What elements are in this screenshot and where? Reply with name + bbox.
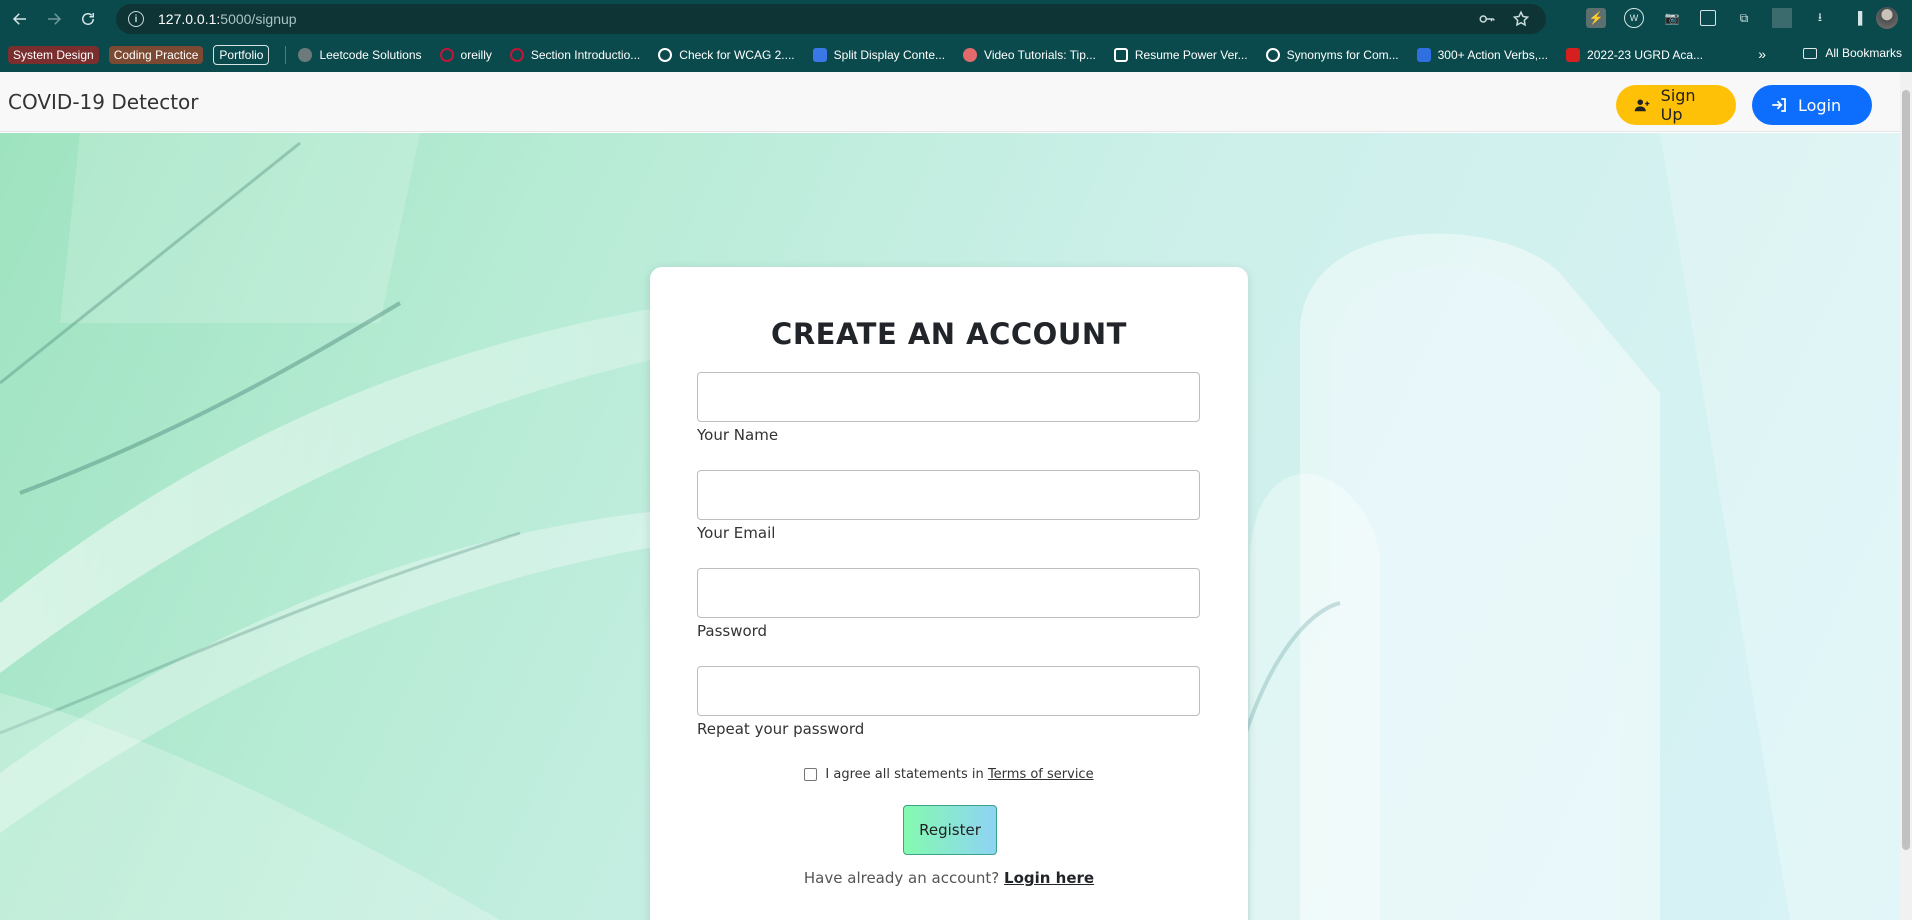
folder-icon [1803,47,1818,59]
bookmark-favicon-icon [1416,48,1431,62]
bookmark-divider [285,46,287,64]
address-url[interactable]: 127.0.0.1:5000/signup [158,11,297,27]
user-plus-icon [1634,99,1650,112]
profile-avatar[interactable] [1876,7,1898,29]
bookmark-favicon-icon [298,48,313,62]
password-label: Password [697,622,768,640]
all-bookmarks-label: All Bookmarks [1825,46,1902,60]
password-input[interactable] [697,568,1200,618]
reload-icon[interactable] [74,5,102,33]
bookmarks-bar: System Design Coding Practice Portfolio … [0,38,1912,72]
name-input[interactable] [697,372,1200,422]
side-panel-icon[interactable]: ▐ [1848,8,1868,28]
bookmark-label: oreilly [460,48,492,62]
bookmark-item[interactable]: 2022-23 UGRD Aca... [1566,48,1703,62]
forward-icon[interactable] [40,5,68,33]
repeat-password-input[interactable] [697,666,1200,716]
bookmark-favicon-icon [963,48,978,62]
bookmark-item[interactable]: Resume Power Ver... [1113,48,1248,62]
terms-of-service-link[interactable]: Terms of service [988,767,1094,782]
bookmark-item[interactable]: 300+ Action Verbs,... [1416,48,1549,62]
all-bookmarks-button[interactable]: All Bookmarks [1803,46,1902,60]
email-label: Your Email [697,524,776,542]
camera-icon[interactable]: 📷 [1662,8,1682,28]
terms-checkbox[interactable] [804,768,818,781]
site-info-icon[interactable]: i [128,11,144,27]
globe-icon [658,48,673,62]
signup-button[interactable]: Sign Up [1616,85,1736,125]
bookmark-label: Synonyms for Com... [1286,48,1399,62]
page-scrollbar[interactable] [1900,72,1912,920]
login-here-link[interactable]: Login here [1004,869,1094,887]
pdf-icon [1566,48,1581,62]
terms-row: I agree all statements in Terms of servi… [650,767,1248,782]
more-bookmarks-chevron-icon[interactable]: » [1758,46,1766,62]
login-button[interactable]: Login [1752,85,1872,125]
bookmark-folder-system-design[interactable]: System Design [8,46,99,64]
puzzle-extensions-icon[interactable]: ⧉ [1734,8,1754,28]
bookmark-label: Check for WCAG 2.... [679,48,795,62]
bookmark-favicon-icon [439,48,454,62]
bookmark-item[interactable]: Split Display Conte... [812,48,946,62]
extension-wv-icon[interactable]: W [1624,8,1644,28]
pen-icon [1113,48,1128,62]
register-button[interactable]: Register [903,805,997,855]
email-field-group: Your Email [697,470,1200,542]
site-navbar: COVID-19 Detector Sign Up Login [0,72,1900,132]
browser-toolbar: i 127.0.0.1:5000/signup ⚡ W 📷 ⧉ ⭳ ▐ [0,0,1912,38]
bookmark-item[interactable]: Check for WCAG 2.... [658,48,795,62]
bookmark-item[interactable]: Video Tutorials: Tip... [963,48,1096,62]
extension-lightning-icon[interactable]: ⚡ [1586,8,1606,28]
name-label: Your Name [697,426,779,444]
terms-text: I agree all statements in Terms of servi… [825,767,1093,782]
password-field-group: Password [697,568,1200,640]
bookmark-folder-coding-practice[interactable]: Coding Practice [108,46,204,64]
bookmark-item[interactable]: Leetcode Solutions [298,48,422,62]
form-title: CREATE AN ACCOUNT [771,317,1127,351]
login-label: Login [1798,95,1842,115]
back-icon[interactable] [6,5,34,33]
download-icon[interactable]: ⭳ [1810,8,1830,28]
bookmark-label: Resume Power Ver... [1134,48,1248,62]
extension-grid-icon[interactable] [1700,10,1716,26]
bookmark-folder-portfolio[interactable]: Portfolio [213,45,270,65]
bookmark-item[interactable]: Section Introductio... [509,48,641,62]
bookmark-label: 300+ Action Verbs,... [1437,48,1549,62]
repeat-password-label: Repeat your password [697,720,865,738]
signup-card: CREATE AN ACCOUNT Your Name Your Email P… [650,267,1248,920]
web-page: COVID-19 Detector Sign Up Login CREATE A… [0,72,1900,920]
bookmark-item[interactable]: Synonyms for Com... [1265,48,1399,62]
bookmark-label: Leetcode Solutions [319,48,422,62]
url-path: 5000/signup [220,11,297,27]
name-field-group: Your Name [697,372,1200,444]
address-bar[interactable]: i 127.0.0.1:5000/signup [116,4,1546,34]
globe-icon [1265,48,1280,62]
url-host: 127.0.0.1: [158,11,221,27]
bookmark-label: Video Tutorials: Tip... [984,48,1096,62]
bookmark-label: Split Display Conte... [833,48,946,62]
repeat-password-field-group: Repeat your password [697,666,1200,738]
bookmark-label: Section Introductio... [530,48,641,62]
signup-label: Sign Up [1660,86,1696,124]
toolbar-separator [1772,8,1792,28]
bookmark-item[interactable]: oreilly [439,48,492,62]
have-account-text: Have already an account? [803,869,1000,887]
bookmark-favicon-icon [509,48,524,62]
background-hero: CREATE AN ACCOUNT Your Name Your Email P… [0,133,1900,920]
terms-statement: I agree all statements in [825,767,984,782]
bookmark-label: 2022-23 UGRD Aca... [1587,48,1704,62]
docs-icon [812,48,827,62]
brand-title[interactable]: COVID-19 Detector [8,90,199,114]
sign-in-icon [1772,98,1786,112]
password-key-icon[interactable] [1478,10,1496,28]
bookmark-star-icon[interactable] [1512,10,1530,28]
login-prompt: Have already an account? Login here [650,869,1248,887]
email-input[interactable] [697,470,1200,520]
scrollbar-thumb[interactable] [1902,90,1910,850]
